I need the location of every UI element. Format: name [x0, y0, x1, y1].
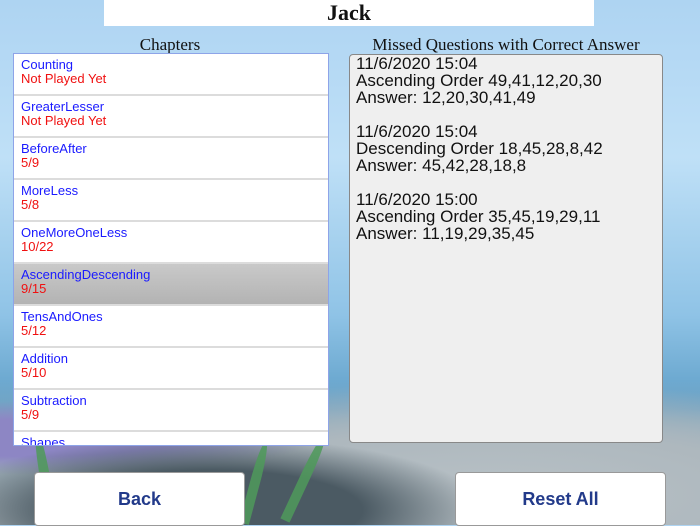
missed-questions-panel[interactable]: 11/6/2020 15:04 Ascending Order 49,41,12,…	[349, 54, 663, 443]
chapter-name: MoreLess	[21, 183, 79, 198]
chapter-name: Subtraction	[21, 393, 87, 408]
chapter-item[interactable]: GreaterLesser Not Played Yet	[14, 96, 328, 138]
entry-answer: Answer: 45,42,28,18,8	[356, 156, 527, 175]
entry-question: Ascending Order 35,45,19,29,11	[356, 207, 601, 226]
chapter-name: Counting	[21, 57, 74, 72]
chapter-score: 5/12	[21, 323, 47, 338]
entry-answer: Answer: 11,19,29,35,45	[356, 224, 535, 243]
chapter-item[interactable]: MoreLess 5/8	[14, 180, 328, 222]
chapter-name: Shapes	[21, 435, 66, 446]
chapter-name: TensAndOnes	[21, 309, 103, 324]
chapter-item[interactable]: OneMoreOneLess 10/22	[14, 222, 328, 264]
chapter-name: AscendingDescending	[21, 267, 151, 282]
chapter-score: 10/22	[21, 239, 54, 254]
chapter-item[interactable]: AscendingDescending 9/15	[14, 264, 328, 306]
chapter-score: 5/9	[21, 407, 40, 422]
chapter-name: Addition	[21, 351, 68, 366]
back-button[interactable]: Back	[34, 472, 245, 526]
chapter-score: 5/10	[21, 365, 47, 380]
chapters-list[interactable]: Counting Not Played Yet GreaterLesser Not P…	[13, 53, 329, 446]
entry-answer: Answer: 12,20,30,41,49	[356, 88, 536, 107]
chapter-score: 5/8	[21, 197, 40, 212]
chapter-name: OneMoreOneLess	[21, 225, 128, 240]
chapter-score: 9/15	[21, 281, 47, 296]
missed-entry: 11/6/2020 15:00 Ascending Order 35,45,19,…	[356, 191, 656, 242]
chapter-name: BeforeAfter	[21, 141, 87, 156]
missed-questions-header: Missed Questions with Correct Answer	[372, 35, 640, 54]
chapter-item[interactable]: Shapes4/4	[14, 432, 328, 446]
chapter-score: 5/9	[21, 155, 40, 170]
chapter-score: Not Played Yet	[21, 113, 107, 128]
player-name-title: Jack	[104, 0, 594, 26]
entry-time: 11/6/2020 15:04	[356, 122, 478, 141]
entry-question: Ascending Order 49,41,12,20,30	[356, 71, 602, 90]
chapter-item[interactable]: BeforeAfter 5/9	[14, 138, 328, 180]
chapters-header: Chapters	[139, 35, 201, 54]
entry-time: 11/6/2020 15:04	[356, 54, 478, 73]
missed-entry: 11/6/2020 15:04 Ascending Order 49,41,12,…	[356, 55, 656, 106]
chapter-item[interactable]: Subtraction 5/9	[14, 390, 328, 432]
chapter-item[interactable]: TensAndOnes 5/12	[14, 306, 328, 348]
entry-time: 11/6/2020 15:00	[356, 190, 478, 209]
chapter-item[interactable]: Addition 5/10	[14, 348, 328, 390]
chapter-name: GreaterLesser	[21, 99, 105, 114]
missed-entry: 11/6/2020 15:04 Descending Order 18,45,28…	[356, 123, 656, 174]
chapter-item[interactable]: Counting Not Played Yet	[14, 54, 328, 96]
chapter-score: Not Played Yet	[21, 71, 107, 86]
entry-question: Descending Order 18,45,28,8,42	[356, 139, 603, 158]
reset-all-button[interactable]: Reset All	[455, 472, 666, 526]
